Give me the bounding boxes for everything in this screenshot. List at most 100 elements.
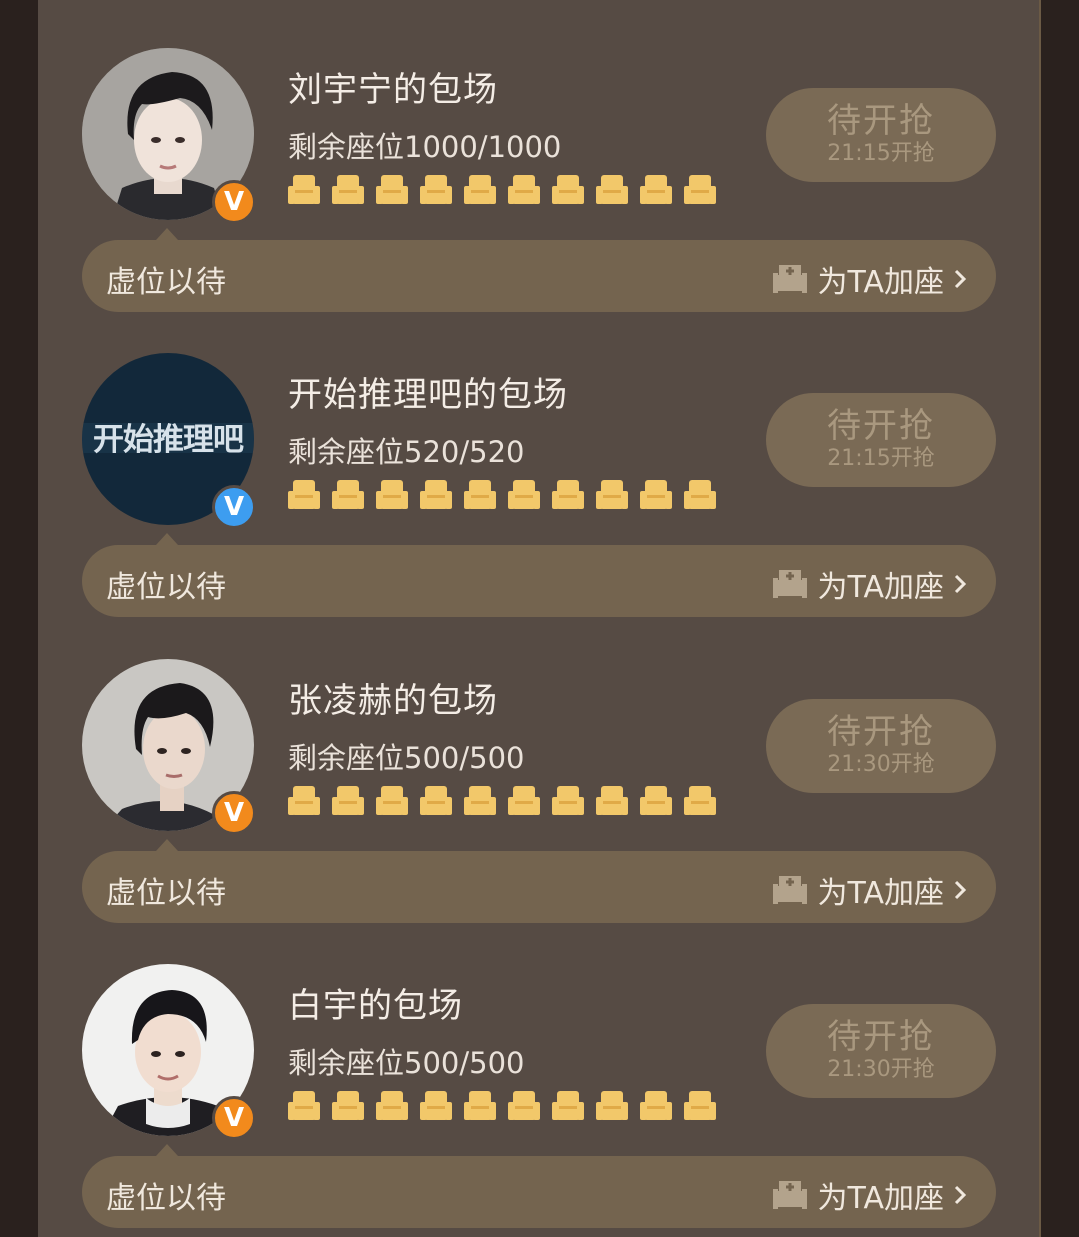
waiting-bar: 虚位以待 为TA加座 xyxy=(82,1156,996,1228)
pending-grab-button[interactable]: 待开抢 21:30开抢 xyxy=(766,699,996,793)
seat-icon xyxy=(330,1088,366,1124)
seat-icon xyxy=(594,477,630,513)
seat-icon xyxy=(638,477,674,513)
pending-grab-button[interactable]: 待开抢 21:15开抢 xyxy=(766,393,996,487)
grab-button-label: 待开抢 xyxy=(827,406,935,447)
seat-icon xyxy=(462,172,498,208)
seat-icon xyxy=(418,477,454,513)
waiting-bar: 虚位以待 为TA加座 xyxy=(82,240,996,312)
seat-icon xyxy=(638,783,674,819)
add-seat-icon xyxy=(773,265,808,293)
seat-icon xyxy=(286,172,322,208)
avatar-logo-text: 开始推理吧 xyxy=(93,422,244,458)
add-seat-icon xyxy=(773,570,808,598)
pending-grab-button[interactable]: 待开抢 21:15开抢 xyxy=(766,88,996,182)
seat-icon xyxy=(286,783,322,819)
seat-icon xyxy=(682,1088,718,1124)
add-seat-label: 为TA加座 xyxy=(817,570,944,605)
seat-icon xyxy=(330,783,366,819)
booking-card: V 白宇的包场 剩余座位500/500 待开抢 21:30开抢 虚位以待 为TA… xyxy=(38,916,1039,1228)
seat-icon xyxy=(550,1088,586,1124)
grab-button-label: 待开抢 xyxy=(827,101,935,142)
seat-icon xyxy=(330,477,366,513)
chevron-right-icon xyxy=(954,574,967,594)
seat-icon xyxy=(638,1088,674,1124)
booking-title: 刘宇宁的包场 xyxy=(288,70,498,110)
seat-icon xyxy=(374,783,410,819)
grab-start-time: 21:15开抢 xyxy=(827,446,935,472)
chevron-right-icon xyxy=(954,880,967,900)
seat-icon xyxy=(506,783,542,819)
seat-icon xyxy=(418,1088,454,1124)
bar-pointer xyxy=(156,839,178,851)
seat-icon xyxy=(506,477,542,513)
remaining-seats-label: 剩余座位500/500 xyxy=(288,1046,525,1080)
seat-icon xyxy=(550,477,586,513)
seat-icon xyxy=(682,477,718,513)
seat-icon xyxy=(418,783,454,819)
add-seat-label: 为TA加座 xyxy=(817,876,944,911)
seat-icon xyxy=(506,172,542,208)
waiting-bar: 虚位以待 为TA加座 xyxy=(82,545,996,617)
seat-row xyxy=(286,477,718,513)
seat-row xyxy=(286,1088,718,1124)
seat-icon xyxy=(594,1088,630,1124)
wait-label: 虚位以待 xyxy=(106,876,226,911)
bar-pointer xyxy=(156,1144,178,1156)
wait-label: 虚位以待 xyxy=(106,570,226,605)
remaining-seats-label: 剩余座位500/500 xyxy=(288,741,525,775)
remaining-seats-label: 剩余座位520/520 xyxy=(288,435,525,469)
seat-icon xyxy=(374,477,410,513)
verified-v-icon: V xyxy=(212,485,256,529)
seat-icon xyxy=(550,783,586,819)
wait-label: 虚位以待 xyxy=(106,1181,226,1216)
verified-v-icon: V xyxy=(212,1096,256,1140)
verified-v-icon: V xyxy=(212,180,256,224)
bar-pointer xyxy=(156,533,178,545)
chevron-right-icon xyxy=(954,1185,967,1205)
booking-list-panel: V 刘宇宁的包场 剩余座位1000/1000 待开抢 21:15开抢 虚位以待 … xyxy=(38,0,1039,1237)
booking-title: 白宇的包场 xyxy=(288,986,463,1026)
chevron-right-icon xyxy=(954,269,967,289)
add-seat-icon xyxy=(773,1181,808,1209)
add-seat-button[interactable]: 为TA加座 xyxy=(771,562,968,606)
seat-row xyxy=(286,172,718,208)
booking-card: V 张凌赫的包场 剩余座位500/500 待开抢 21:30开抢 虚位以待 为T… xyxy=(38,611,1039,923)
seat-icon xyxy=(594,172,630,208)
grab-start-time: 21:30开抢 xyxy=(827,1057,935,1083)
booking-title: 开始推理吧的包场 xyxy=(288,375,568,415)
seat-icon xyxy=(594,783,630,819)
add-seat-label: 为TA加座 xyxy=(817,265,944,300)
seat-icon xyxy=(330,172,366,208)
bar-pointer xyxy=(156,228,178,240)
waiting-bar: 虚位以待 为TA加座 xyxy=(82,851,996,923)
screen-edge-right xyxy=(1039,0,1079,1237)
seat-icon xyxy=(286,477,322,513)
pending-grab-button[interactable]: 待开抢 21:30开抢 xyxy=(766,1004,996,1098)
seat-icon xyxy=(286,1088,322,1124)
booking-title: 张凌赫的包场 xyxy=(288,681,498,721)
grab-start-time: 21:15开抢 xyxy=(827,141,935,167)
seat-icon xyxy=(462,477,498,513)
seat-icon xyxy=(550,172,586,208)
seat-icon xyxy=(682,172,718,208)
verified-v-icon: V xyxy=(212,791,256,835)
wait-label: 虚位以待 xyxy=(106,265,226,300)
add-seat-icon xyxy=(773,876,808,904)
booking-card: V 刘宇宁的包场 剩余座位1000/1000 待开抢 21:15开抢 虚位以待 … xyxy=(38,0,1039,312)
add-seat-label: 为TA加座 xyxy=(817,1181,944,1216)
seat-row xyxy=(286,783,718,819)
add-seat-button[interactable]: 为TA加座 xyxy=(771,1173,968,1217)
seat-icon xyxy=(506,1088,542,1124)
seat-icon xyxy=(462,1088,498,1124)
seat-icon xyxy=(418,172,454,208)
booking-card: 开始推理吧 V 开始推理吧的包场 剩余座位520/520 待开抢 21:15开抢… xyxy=(38,305,1039,617)
add-seat-button[interactable]: 为TA加座 xyxy=(771,868,968,912)
screen-edge-left xyxy=(0,0,38,1237)
remaining-seats-label: 剩余座位1000/1000 xyxy=(288,130,562,164)
seat-icon xyxy=(462,783,498,819)
seat-icon xyxy=(374,172,410,208)
add-seat-button[interactable]: 为TA加座 xyxy=(771,257,968,301)
grab-button-label: 待开抢 xyxy=(827,1017,935,1058)
seat-icon xyxy=(374,1088,410,1124)
